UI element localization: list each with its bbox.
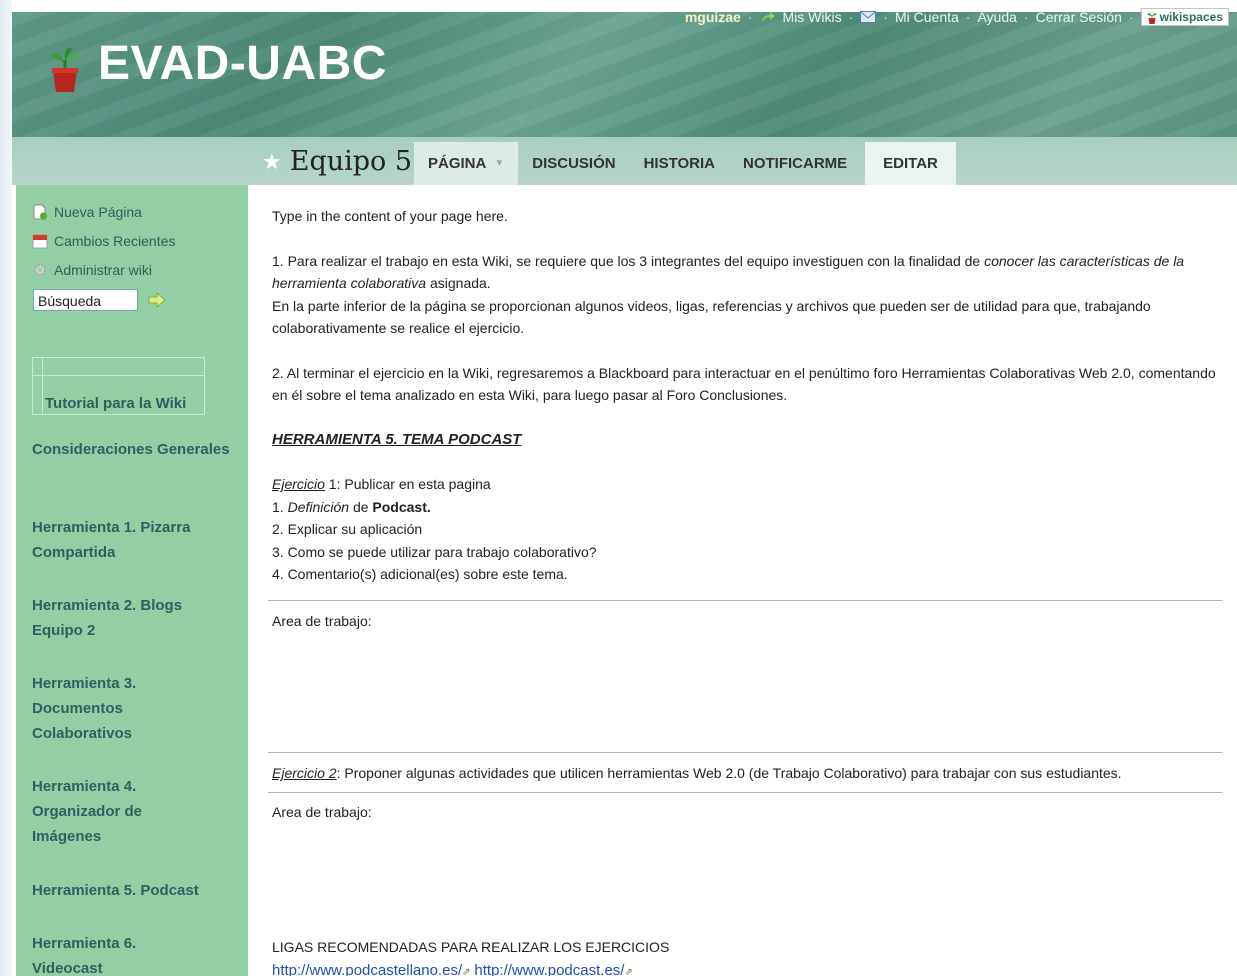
separator: · bbox=[1023, 9, 1029, 25]
recent-changes-link[interactable]: Cambios Recientes bbox=[32, 233, 175, 249]
calendar-icon bbox=[32, 234, 48, 249]
separator: · bbox=[747, 9, 753, 25]
tab-page[interactable]: PÁGINA ▼ bbox=[414, 142, 519, 185]
page-content: Type in the content of your page here. 1… bbox=[272, 205, 1224, 586]
mail-icon[interactable] bbox=[860, 11, 877, 23]
tab-history[interactable]: HISTORIA bbox=[630, 142, 729, 185]
recommended-links: http://www.podcastellano.es/⇗ http://www… bbox=[272, 962, 633, 976]
sidebar: Nueva Página Cambios Recientes Administr… bbox=[16, 185, 248, 976]
logout-link[interactable]: Cerrar Sesión bbox=[1036, 9, 1122, 25]
tab-edit[interactable]: EDITAR bbox=[865, 142, 956, 185]
sidebar-item-herramienta-4[interactable]: Herramienta 4. Organizador de Imágenes bbox=[32, 774, 172, 849]
share-arrow-icon bbox=[761, 12, 775, 23]
page-title-area: ★ Equipo 5 bbox=[262, 146, 412, 177]
tutorial-link[interactable]: Tutorial para la Wiki bbox=[45, 395, 186, 412]
links-heading: LIGAS RECOMENDADAS PARA REALIZAR LOS EJE… bbox=[272, 939, 670, 955]
search-go-arrow-icon[interactable] bbox=[148, 292, 166, 308]
account-link[interactable]: Mi Cuenta bbox=[895, 9, 959, 25]
separator: · bbox=[848, 9, 854, 25]
gear-icon bbox=[34, 264, 46, 276]
page-tabs: PÁGINA ▼ DISCUSIÓN HISTORIA NOTIFICARME … bbox=[414, 142, 956, 185]
exercise-1-item-4: 4. Comentario(s) adicional(es) sobre est… bbox=[272, 566, 568, 582]
divider bbox=[268, 600, 1222, 601]
search-input[interactable]: Búsqueda bbox=[33, 289, 138, 311]
sidebar-item-herramienta-1[interactable]: Herramienta 1. Pizarra Compartida bbox=[32, 515, 237, 565]
sidebar-item-herramienta-5[interactable]: Herramienta 5. Podcast bbox=[32, 878, 237, 903]
intro-text: Type in the content of your page here. bbox=[272, 208, 508, 224]
help-link[interactable]: Ayuda bbox=[977, 9, 1016, 25]
user-bar: mguizae · Mis Wikis · · Mi Cuenta · Ayud… bbox=[685, 8, 1229, 26]
separator: · bbox=[965, 9, 971, 25]
section-heading: HERRAMIENTA 5. TEMA PODCAST bbox=[272, 430, 522, 448]
tutorial-box: Tutorial para la Wiki bbox=[32, 357, 205, 415]
work-area-1-label: Area de trabajo: bbox=[272, 613, 372, 629]
my-wikis-link[interactable]: Mis Wikis bbox=[783, 9, 842, 25]
divider bbox=[33, 375, 204, 376]
tab-discussion[interactable]: DISCUSIÓN bbox=[518, 142, 629, 185]
wikispaces-label: wikispaces bbox=[1159, 10, 1223, 24]
new-page-label: Nueva Página bbox=[54, 204, 142, 220]
divider bbox=[42, 358, 43, 414]
page-title: Equipo 5 bbox=[289, 146, 413, 177]
wikispaces-logo-icon bbox=[1147, 12, 1157, 24]
exercise-1-item-2: 2. Explicar su aplicación bbox=[272, 521, 423, 537]
sidebar-item-herramienta-6[interactable]: Herramienta 6. Videocast bbox=[32, 931, 162, 976]
link-podcastellano[interactable]: http://www.podcastellano.es/ bbox=[272, 962, 462, 976]
work-area-2-label: Area de trabajo: bbox=[272, 804, 372, 820]
link-podcast-es[interactable]: http://www.podcast.es/ bbox=[474, 962, 624, 976]
instruction-1: 1. Para realizar el trabajo en esta Wiki… bbox=[272, 252, 1185, 292]
manage-wiki-link[interactable]: Administrar wiki bbox=[32, 262, 152, 278]
recent-changes-label: Cambios Recientes bbox=[54, 233, 176, 249]
exercise-1-item-1: 1. Definición de Podcast. bbox=[272, 498, 431, 515]
wiki-page: EVAD-UABC mguizae · Mis Wikis · · Mi Cue… bbox=[0, 0, 1237, 976]
exercise-2-title: Ejercicio 2: Proponer algunas actividade… bbox=[272, 765, 1122, 781]
wikispaces-badge[interactable]: wikispaces bbox=[1140, 8, 1229, 26]
sidebar-item-consideraciones[interactable]: Consideraciones Generales bbox=[32, 437, 237, 462]
divider bbox=[268, 792, 1222, 793]
new-page-icon bbox=[33, 204, 47, 220]
external-link-icon: ⇗ bbox=[624, 967, 633, 976]
divider bbox=[268, 752, 1222, 753]
sidebar-item-herramienta-3[interactable]: Herramienta 3. Documentos Colaborativos bbox=[32, 671, 162, 746]
chevron-down-icon[interactable]: ▼ bbox=[494, 158, 504, 169]
plant-pot-logo-icon bbox=[50, 47, 80, 92]
exercise-1-title: Ejercicio 1: Publicar en esta pagina bbox=[272, 476, 491, 492]
sidebar-item-herramienta-2[interactable]: Herramienta 2. Blogs Equipo 2 bbox=[32, 593, 237, 643]
site-title[interactable]: EVAD-UABC bbox=[98, 36, 387, 91]
username-link[interactable]: mguizae bbox=[685, 9, 741, 25]
exercise-1-item-3: 3. Como se puede utilizar para trabajo c… bbox=[272, 543, 597, 560]
tab-notify[interactable]: NOTIFICARME bbox=[729, 142, 861, 185]
instruction-1-detail: En la parte inferior de la página se pro… bbox=[272, 297, 1151, 337]
instruction-2: 2. Al terminar el ejercicio en la Wiki, … bbox=[272, 364, 1216, 404]
manage-wiki-label: Administrar wiki bbox=[54, 262, 153, 278]
separator: · bbox=[1128, 9, 1134, 25]
tab-page-label: PÁGINA bbox=[428, 155, 487, 172]
window-edge bbox=[0, 0, 12, 976]
separator: · bbox=[883, 9, 888, 25]
external-link-icon: ⇗ bbox=[462, 967, 471, 976]
star-icon[interactable]: ★ bbox=[262, 149, 282, 175]
new-page-link[interactable]: Nueva Página bbox=[32, 204, 142, 220]
